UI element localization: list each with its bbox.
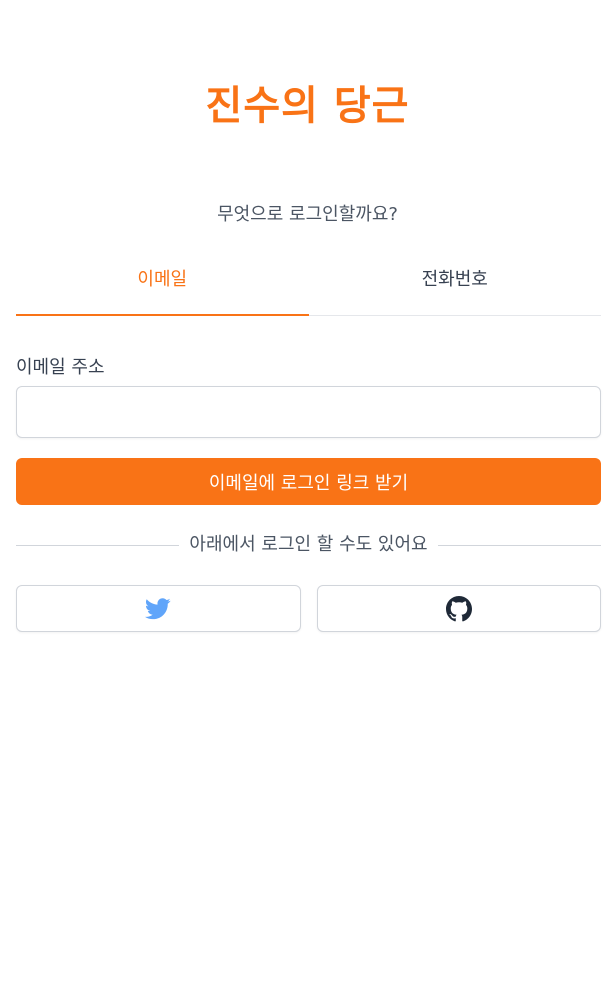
send-login-link-button[interactable]: 이메일에 로그인 링크 받기 xyxy=(16,458,601,505)
email-field-label: 이메일 주소 xyxy=(16,357,105,378)
github-login-button[interactable] xyxy=(316,585,601,632)
login-subtitle: 무엇으로 로그인할까요? xyxy=(217,204,398,225)
twitter-login-button[interactable] xyxy=(16,585,301,632)
login-page: 진수의 당근 무엇으로 로그인할까요? 이메일 전화번호 이메일 주소 이메일에… xyxy=(0,0,615,989)
divider-line-right xyxy=(437,544,602,546)
email-input[interactable] xyxy=(16,386,601,438)
login-method-tabs: 이메일 전화번호 xyxy=(16,252,601,316)
tab-phone[interactable]: 전화번호 xyxy=(309,252,602,316)
social-divider: 아래에서 로그인 할 수도 있어요 xyxy=(16,533,602,557)
twitter-icon xyxy=(145,597,171,620)
github-icon xyxy=(445,595,472,622)
divider-text: 아래에서 로그인 할 수도 있어요 xyxy=(189,534,428,555)
brand-title: 진수의 당근 xyxy=(205,83,410,129)
tab-email[interactable]: 이메일 xyxy=(16,252,309,316)
divider-line-left xyxy=(16,544,180,546)
social-login-row xyxy=(16,585,601,632)
